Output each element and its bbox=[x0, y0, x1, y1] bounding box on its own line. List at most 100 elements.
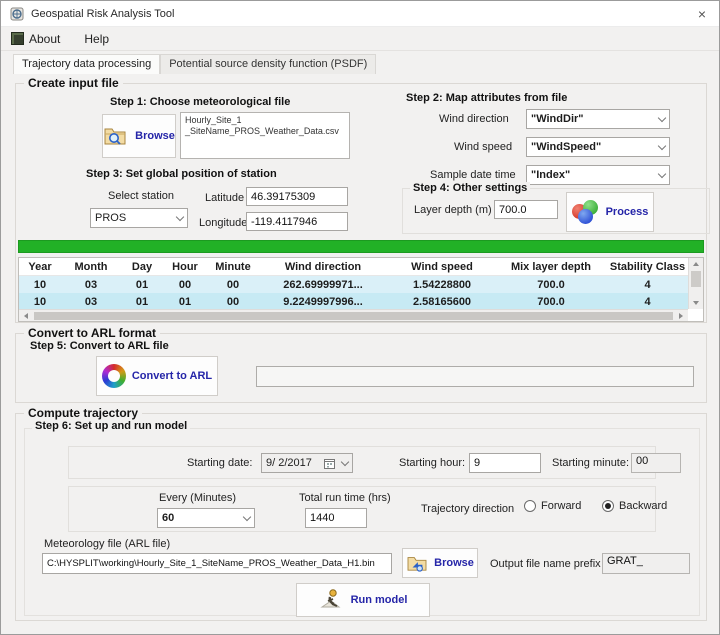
step5-title: Step 5: Convert to ARL file bbox=[30, 340, 169, 352]
table-header-row: Year Month Day Hour Minute Wind directio… bbox=[19, 258, 688, 276]
step1-file-display: Hourly_Site_1 _SiteName_PROS_Weather_Dat… bbox=[180, 112, 350, 159]
chevron-down-icon bbox=[341, 457, 349, 465]
cell: 03 bbox=[61, 293, 121, 309]
cell: 2.58165600 bbox=[387, 293, 497, 309]
col-wind-direction: Wind direction bbox=[259, 258, 387, 275]
starting-minute-field[interactable]: 00 bbox=[631, 453, 681, 473]
col-day: Day bbox=[121, 258, 163, 275]
cell: 01 bbox=[121, 276, 163, 293]
latitude-input[interactable] bbox=[246, 187, 348, 206]
radio-forward[interactable]: Forward bbox=[524, 500, 581, 512]
scroll-up-icon[interactable] bbox=[689, 258, 703, 270]
scroll-down-icon[interactable] bbox=[689, 297, 703, 309]
wind-speed-label: Wind speed bbox=[454, 141, 512, 153]
horizontal-scroll-thumb[interactable] bbox=[34, 312, 673, 320]
step1-browse-label: Browse bbox=[135, 130, 175, 142]
cell: 10 bbox=[19, 293, 61, 309]
chevron-down-icon bbox=[243, 512, 251, 520]
cell: 1.54228800 bbox=[387, 276, 497, 293]
wind-direction-label: Wind direction bbox=[439, 113, 509, 125]
tab-trajectory-data-processing[interactable]: Trajectory data processing bbox=[13, 54, 160, 74]
layer-depth-input[interactable] bbox=[494, 200, 558, 219]
folder-arrow-icon bbox=[406, 554, 428, 572]
met-file-input[interactable] bbox=[42, 553, 392, 574]
convert-to-arl-button[interactable]: Convert to ARL bbox=[96, 356, 218, 396]
trajectory-direction-label: Trajectory direction bbox=[421, 503, 514, 515]
cell: 01 bbox=[163, 293, 207, 309]
progress-bar-full bbox=[18, 240, 704, 253]
table-row[interactable]: 10 03 01 01 00 9.2249997996... 2.5816560… bbox=[19, 293, 688, 309]
total-run-time-input[interactable] bbox=[305, 508, 367, 528]
create-input-file-title: Create input file bbox=[24, 76, 123, 90]
starting-hour-input[interactable] bbox=[469, 453, 541, 473]
longitude-input[interactable] bbox=[246, 212, 348, 231]
cell: 00 bbox=[207, 276, 259, 293]
cell: 262.69999971... bbox=[259, 276, 387, 293]
cell: 700.0 bbox=[497, 276, 605, 293]
total-run-time-label: Total run time (hrs) bbox=[299, 492, 391, 504]
folder-search-icon bbox=[103, 125, 129, 147]
convert-arl-group: Convert to ARL format Step 5: Convert to… bbox=[15, 333, 707, 403]
wind-speed-combo[interactable]: "WindSpeed" bbox=[526, 137, 670, 157]
convert-arl-title: Convert to ARL format bbox=[24, 326, 160, 340]
tab-psdf[interactable]: Potential source density function (PSDF) bbox=[160, 54, 376, 74]
col-wind-speed: Wind speed bbox=[387, 258, 497, 275]
forward-label: Forward bbox=[541, 500, 581, 512]
col-minute: Minute bbox=[207, 258, 259, 275]
starting-date-value: 9/ 2/2017 bbox=[266, 457, 324, 469]
step3-title: Step 3: Set global position of station bbox=[86, 168, 277, 180]
station-combo[interactable]: PROS bbox=[90, 208, 188, 228]
start-settings-panel: Starting date: 9/ 2/2017 Starting hour: … bbox=[68, 446, 656, 479]
vertical-scroll-thumb[interactable] bbox=[691, 271, 701, 287]
cell: 01 bbox=[121, 293, 163, 309]
select-station-label: Select station bbox=[108, 190, 174, 202]
compute-trajectory-group: Compute trajectory Step 6: Set up and ru… bbox=[15, 413, 707, 621]
cell: 9.2249997996... bbox=[259, 293, 387, 309]
chevron-down-icon bbox=[658, 141, 666, 149]
menu-about-label: About bbox=[29, 32, 60, 46]
step1-browse-button[interactable]: Browse bbox=[102, 114, 176, 158]
radio-backward[interactable]: Backward bbox=[602, 500, 667, 512]
starting-minute-label: Starting minute: bbox=[552, 457, 629, 469]
calendar-icon bbox=[324, 458, 335, 469]
menu-help-label: Help bbox=[84, 32, 109, 46]
sample-date-time-combo[interactable]: "Index" bbox=[526, 165, 670, 185]
starting-date-picker[interactable]: 9/ 2/2017 bbox=[261, 453, 353, 473]
sample-date-time-value: "Index" bbox=[531, 169, 655, 181]
radio-forward-icon bbox=[524, 500, 536, 512]
process-button[interactable]: Process bbox=[566, 192, 654, 232]
step6-title: Step 6: Set up and run model bbox=[32, 420, 190, 432]
scroll-right-icon[interactable] bbox=[674, 310, 688, 321]
col-year: Year bbox=[19, 258, 61, 275]
arl-browse-button[interactable]: Browse bbox=[402, 548, 478, 578]
chevron-down-icon bbox=[658, 113, 666, 121]
radio-backward-icon bbox=[602, 500, 614, 512]
menu-about[interactable]: About bbox=[11, 32, 70, 46]
convert-to-arl-label: Convert to ARL bbox=[132, 370, 212, 382]
menu-bar: About Help bbox=[1, 27, 719, 51]
create-input-file-group: Create input file Step 1: Choose meteoro… bbox=[15, 83, 707, 323]
app-window: Geospatial Risk Analysis Tool × About He… bbox=[0, 0, 720, 635]
cell: 4 bbox=[605, 293, 688, 309]
step2-title: Step 2: Map attributes from file bbox=[406, 92, 567, 104]
vertical-scrollbar[interactable] bbox=[688, 258, 703, 309]
close-button[interactable]: × bbox=[685, 1, 719, 26]
step4-title: Step 4: Other settings bbox=[410, 182, 530, 194]
tab-strip: Trajectory data processing Potential sou… bbox=[1, 51, 719, 74]
arl-browse-label: Browse bbox=[434, 557, 474, 569]
starting-hour-label: Starting hour: bbox=[399, 457, 465, 469]
scroll-left-icon[interactable] bbox=[19, 310, 33, 321]
wind-direction-combo[interactable]: "WindDir" bbox=[526, 109, 670, 129]
convert-progress-bar bbox=[256, 366, 694, 387]
cell: 00 bbox=[163, 276, 207, 293]
table-row[interactable]: 10 03 01 00 00 262.69999971... 1.5422880… bbox=[19, 276, 688, 293]
horizontal-scrollbar[interactable] bbox=[19, 309, 688, 321]
output-prefix-field[interactable]: GRAT_ bbox=[602, 553, 690, 574]
title-bar: Geospatial Risk Analysis Tool × bbox=[1, 1, 719, 27]
about-icon bbox=[11, 32, 24, 45]
every-minutes-combo[interactable]: 60 bbox=[157, 508, 255, 528]
run-model-button[interactable]: Run model bbox=[296, 583, 430, 617]
menu-help[interactable]: Help bbox=[70, 32, 119, 46]
chevron-down-icon bbox=[658, 169, 666, 177]
weather-data-table: Year Month Day Hour Minute Wind directio… bbox=[18, 257, 704, 322]
